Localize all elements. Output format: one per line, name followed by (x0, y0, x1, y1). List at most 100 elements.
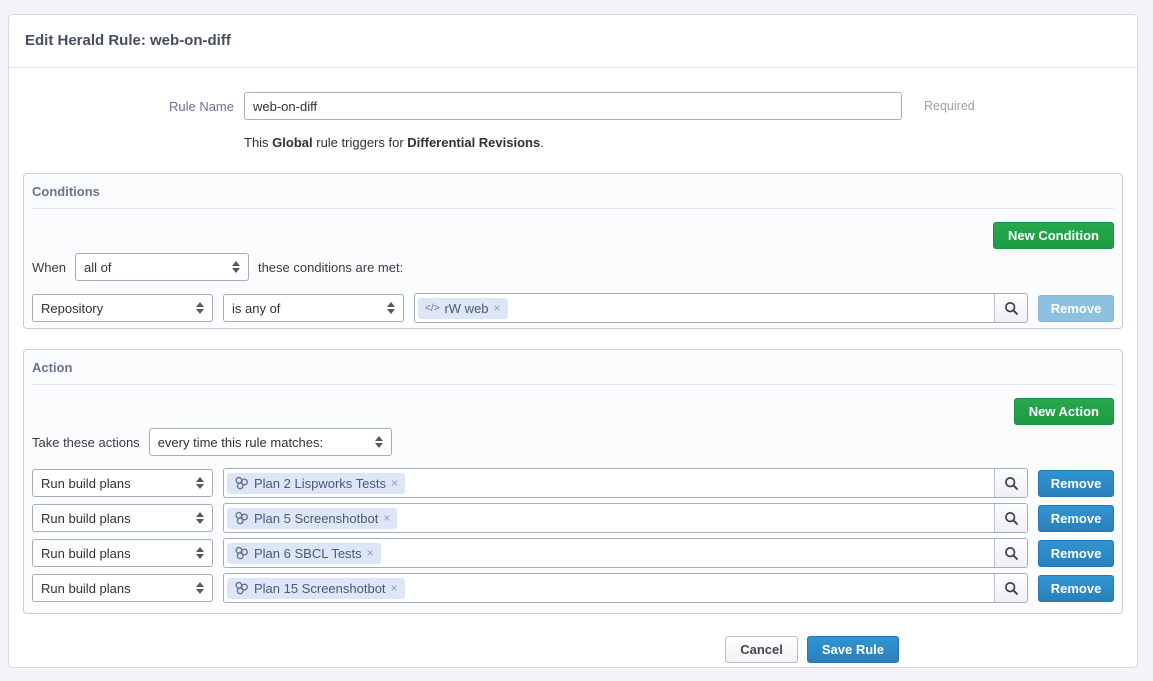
token-list: </> rW web × (415, 294, 994, 322)
browse-button[interactable] (994, 574, 1027, 602)
caption-text: . (540, 135, 544, 150)
token-remove-icon[interactable]: × (391, 581, 398, 595)
browse-button[interactable] (994, 294, 1027, 322)
form-footer: Cancel Save Rule (9, 636, 1137, 663)
token-label: Plan 6 SBCL Tests (254, 546, 362, 561)
token-remove-icon[interactable]: × (494, 301, 501, 315)
caption-text: This (244, 135, 272, 150)
token-rw-web[interactable]: </> rW web × (418, 298, 508, 319)
action-type-select[interactable]: Run build plans (32, 469, 213, 497)
build-plan-token[interactable]: Plan 6 SBCL Tests × (227, 543, 381, 564)
required-hint: Required (924, 99, 975, 113)
action-type-value: Run build plans (41, 581, 131, 596)
rule-trigger-caption: This Global rule triggers for Differenti… (244, 135, 1137, 150)
action-token-input[interactable]: Plan 5 Screenshotbot × (223, 503, 1028, 533)
action-rows: Run build plans Plan 2 Lispworks Tests × (32, 468, 1114, 603)
new-condition-button[interactable]: New Condition (993, 222, 1114, 249)
code-icon: </> (425, 303, 439, 314)
rule-name-input[interactable] (244, 92, 902, 120)
action-type-select[interactable]: Run build plans (32, 539, 213, 567)
browse-button[interactable] (994, 504, 1027, 532)
token-label: Plan 2 Lispworks Tests (254, 476, 386, 491)
browse-button[interactable] (994, 539, 1027, 567)
condition-field-value: Repository (41, 301, 103, 316)
search-icon (1004, 511, 1019, 526)
search-icon (1004, 301, 1019, 316)
token-remove-icon[interactable]: × (383, 511, 390, 525)
build-plan-token[interactable]: Plan 2 Lispworks Tests × (227, 473, 405, 494)
token-label: rW web (444, 301, 488, 316)
take-actions-label: Take these actions (32, 435, 140, 450)
token-label: Plan 5 Screenshotbot (254, 511, 378, 526)
action-row: Run build plans Plan 6 SBCL Tests × (32, 538, 1114, 568)
rule-name-label: Rule Name (9, 99, 244, 114)
action-type-value: Run build plans (41, 511, 131, 526)
page-title: Edit Herald Rule: web-on-diff (9, 15, 1137, 68)
token-remove-icon[interactable]: × (391, 476, 398, 490)
action-type-value: Run build plans (41, 476, 131, 491)
remove-condition-button[interactable]: Remove (1038, 295, 1114, 322)
build-plan-icon (234, 581, 249, 595)
save-rule-button[interactable]: Save Rule (807, 636, 899, 663)
action-token-input[interactable]: Plan 15 Screenshotbot × (223, 573, 1028, 603)
cancel-button[interactable]: Cancel (725, 636, 798, 663)
condition-token-input[interactable]: </> rW web × (414, 293, 1028, 323)
select-caret-icon (196, 578, 204, 598)
condition-operator-value: is any of (232, 301, 280, 316)
action-type-select[interactable]: Run build plans (32, 574, 213, 602)
token-list: Plan 5 Screenshotbot × (224, 504, 994, 532)
when-label: When (32, 260, 66, 275)
new-condition-row: New Condition (32, 222, 1114, 249)
build-plan-icon (234, 546, 249, 560)
build-plan-token[interactable]: Plan 15 Screenshotbot × (227, 578, 405, 599)
new-action-button[interactable]: New Action (1014, 398, 1114, 425)
remove-action-button[interactable]: Remove (1038, 505, 1114, 532)
action-type-select[interactable]: Run build plans (32, 504, 213, 532)
take-actions-select[interactable]: every time this rule matches: (149, 428, 392, 456)
search-icon (1004, 546, 1019, 561)
action-panel: Action New Action Take these actions eve… (23, 349, 1123, 614)
action-token-input[interactable]: Plan 6 SBCL Tests × (223, 538, 1028, 568)
when-row: When all of these conditions are met: (32, 253, 1114, 281)
action-type-value: Run build plans (41, 546, 131, 561)
action-row: Run build plans Plan 5 Screenshotbot × (32, 503, 1114, 533)
rule-name-row: Rule Name Required (9, 92, 1137, 120)
token-list: Plan 15 Screenshotbot × (224, 574, 994, 602)
caption-text: rule triggers for (313, 135, 408, 150)
when-suffix-label: these conditions are met: (258, 260, 403, 275)
build-plan-icon (234, 476, 249, 490)
action-token-input[interactable]: Plan 2 Lispworks Tests × (223, 468, 1028, 498)
browse-button[interactable] (994, 469, 1027, 497)
search-icon (1004, 476, 1019, 491)
take-actions-row: Take these actions every time this rule … (32, 428, 1114, 456)
condition-operator-select[interactable]: is any of (223, 294, 404, 322)
conditions-panel: Conditions New Condition When all of the… (23, 173, 1123, 329)
token-list: Plan 6 SBCL Tests × (224, 539, 994, 567)
build-plan-token[interactable]: Plan 5 Screenshotbot × (227, 508, 397, 529)
conditions-header: Conditions (32, 174, 1114, 209)
remove-action-button[interactable]: Remove (1038, 540, 1114, 567)
action-row: Run build plans Plan 2 Lispworks Tests × (32, 468, 1114, 498)
select-caret-icon (196, 543, 204, 563)
caption-differential-revisions: Differential Revisions (407, 135, 540, 150)
token-label: Plan 15 Screenshotbot (254, 581, 386, 596)
condition-field-select[interactable]: Repository (32, 294, 213, 322)
select-caret-icon (387, 298, 395, 318)
when-select-value: all of (84, 260, 111, 275)
token-remove-icon[interactable]: × (367, 546, 374, 560)
new-action-row: New Action (32, 398, 1114, 425)
select-caret-icon (232, 257, 240, 277)
token-list: Plan 2 Lispworks Tests × (224, 469, 994, 497)
build-plan-icon (234, 511, 249, 525)
caption-global: Global (272, 135, 312, 150)
take-actions-value: every time this rule matches: (158, 435, 323, 450)
select-caret-icon (196, 298, 204, 318)
select-caret-icon (375, 432, 383, 452)
condition-row: Repository is any of </> rW web × (32, 293, 1114, 323)
edit-herald-rule-card: Edit Herald Rule: web-on-diff Rule Name … (8, 14, 1138, 668)
when-select[interactable]: all of (75, 253, 249, 281)
select-caret-icon (196, 473, 204, 493)
search-icon (1004, 581, 1019, 596)
remove-action-button[interactable]: Remove (1038, 575, 1114, 602)
remove-action-button[interactable]: Remove (1038, 470, 1114, 497)
